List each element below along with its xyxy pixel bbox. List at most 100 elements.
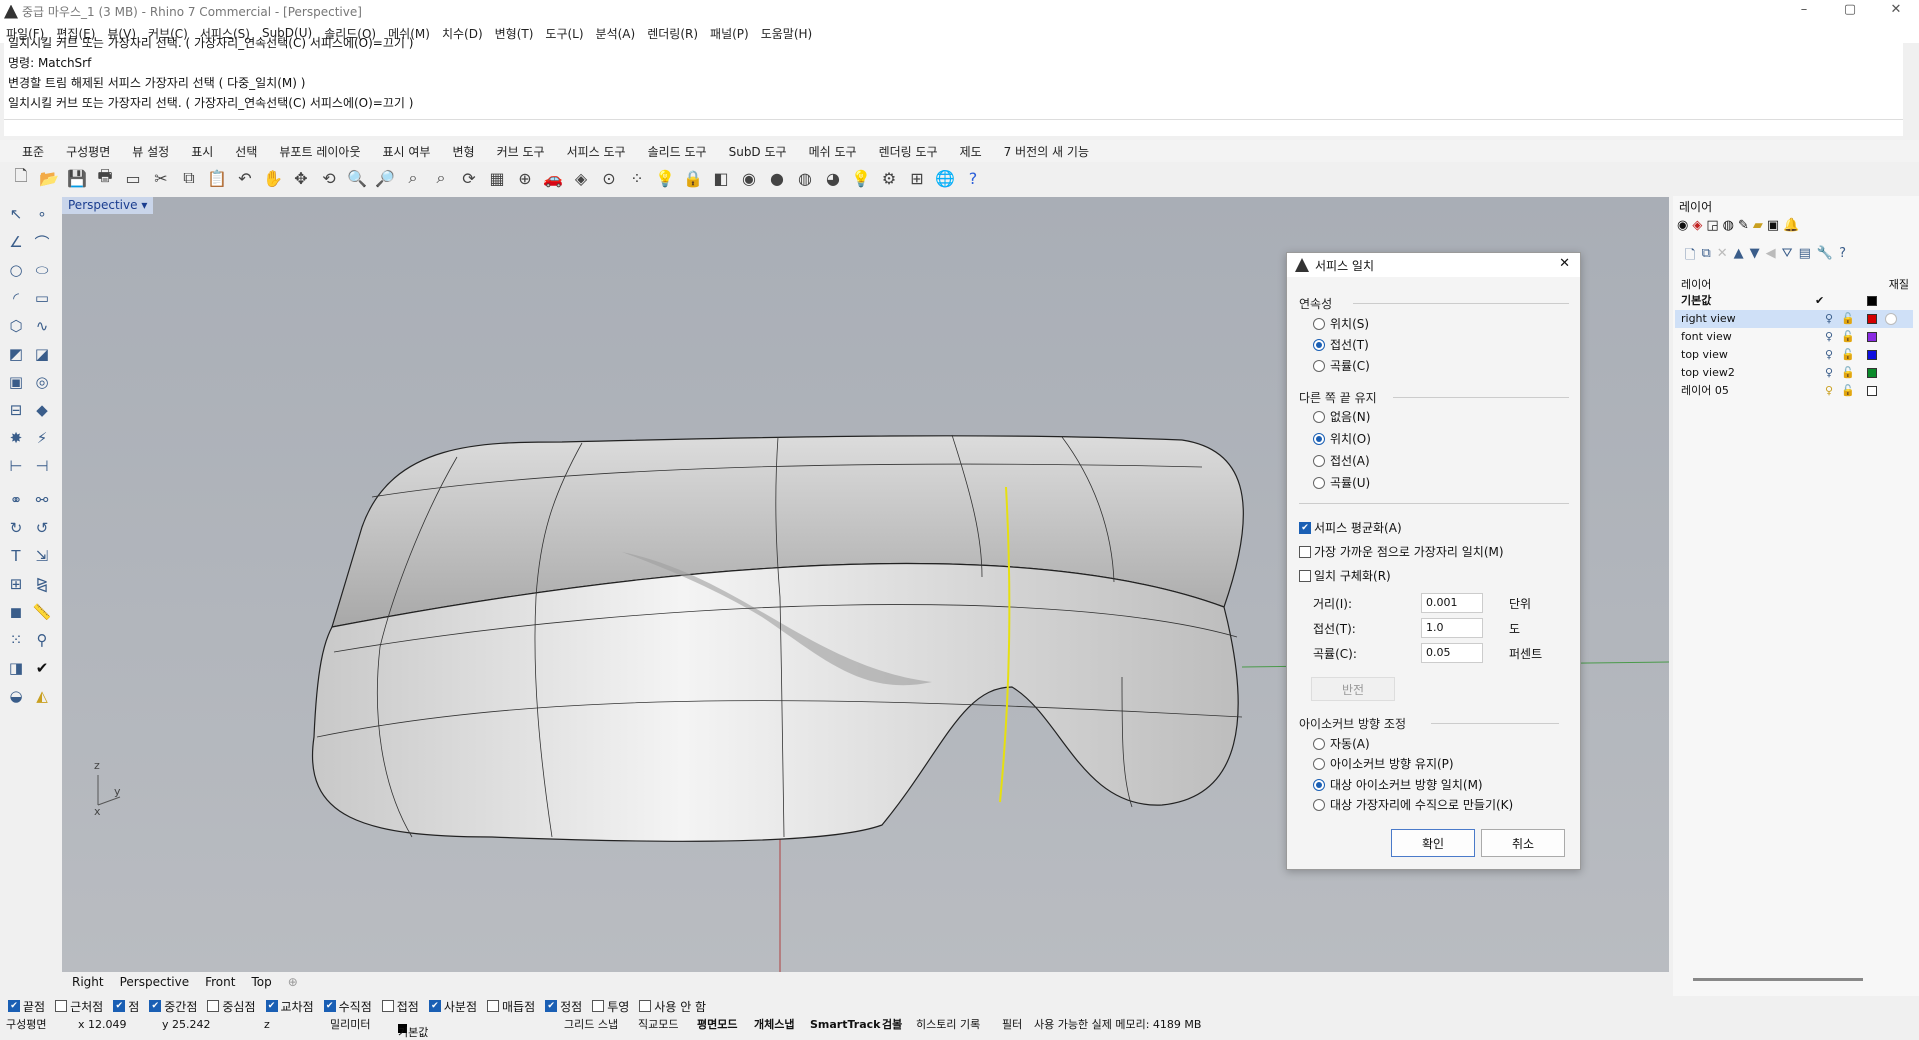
material-sphere-icon[interactable]: ● <box>764 165 790 191</box>
status-filter[interactable]: 필터 <box>1002 1016 1022 1032</box>
check-icon[interactable]: ✔ <box>30 656 54 680</box>
arc-icon[interactable]: ◜ <box>4 286 28 310</box>
boolean-icon[interactable]: ◎ <box>30 370 54 394</box>
copy-icon[interactable]: ⧉ <box>176 165 202 191</box>
select-points-icon[interactable]: ⁘ <box>624 165 650 191</box>
group-icon[interactable]: ⚭ <box>4 488 28 512</box>
paste-icon[interactable]: 📋 <box>204 165 230 191</box>
mesh-icon[interactable]: ◆ <box>30 398 54 422</box>
tab-render-tools[interactable]: 렌더링 도구 <box>879 143 938 160</box>
snap-end[interactable]: ✔ 끝점 <box>8 998 45 1015</box>
delete-layer-icon[interactable]: ✕ <box>1717 246 1728 268</box>
zoom-window-icon[interactable]: 🔎 <box>372 165 398 191</box>
tab-curve-tools[interactable]: 커브 도구 <box>497 143 545 160</box>
snap-vertex[interactable]: ✔ 정점 <box>545 998 582 1015</box>
status-osnap[interactable]: 개체스냅 <box>754 1016 794 1032</box>
render-icon[interactable]: ◍ <box>1723 218 1734 233</box>
status-grid-snap[interactable]: 그리드 스냅 <box>564 1016 618 1032</box>
tangency-input[interactable]: 1.0 <box>1421 618 1483 638</box>
zoom-selected-icon[interactable]: ⌕ <box>428 165 454 191</box>
dimension-tool-icon[interactable]: ⇲ <box>30 544 54 568</box>
zoom-extents-icon[interactable]: ⌕ <box>400 165 426 191</box>
move-parent-icon[interactable]: ◀ <box>1766 246 1776 268</box>
ortho-icon[interactable]: ⊕ <box>512 165 538 191</box>
open-folder-icon[interactable]: 📂 <box>36 165 62 191</box>
folder-icon[interactable]: ▰ <box>1753 218 1763 233</box>
rotate-icon[interactable]: ⟳ <box>456 165 482 191</box>
layer-row[interactable]: 기본값 ✔ <box>1675 292 1913 310</box>
radio-iso-preserve[interactable]: 아이소커브 방향 유지(P) <box>1313 755 1454 772</box>
tab-mesh-tools[interactable]: 메쉬 도구 <box>809 143 857 160</box>
tab-cplanes[interactable]: 구성평면 <box>66 143 110 160</box>
radio-iso-automatic[interactable]: 자동(A) <box>1313 735 1370 752</box>
ruler-icon[interactable]: 📏 <box>30 600 54 624</box>
checkbox-refine-match[interactable]: 일치 구체화(R) <box>1299 567 1391 584</box>
extrude-icon[interactable]: ✸ <box>4 426 28 450</box>
material-icon[interactable]: ◈ <box>1692 218 1702 233</box>
checkbox-average-surfaces[interactable]: ✔ 서피스 평균화(A) <box>1299 519 1402 536</box>
lock-icon[interactable]: 🔓 <box>1841 346 1855 364</box>
snap-center[interactable]: 중심점 <box>207 998 256 1015</box>
grid-layout-icon[interactable]: ▦ <box>484 165 510 191</box>
layer-row[interactable]: 레이어 05 ♀ 🔓 <box>1675 382 1913 400</box>
lock-icon[interactable]: 🔓 <box>1841 382 1855 400</box>
radio-preserve-position[interactable]: 위치(O) <box>1313 430 1371 447</box>
tab-transform[interactable]: 변형 <box>452 143 474 160</box>
status-ortho[interactable]: 직교모드 <box>638 1016 678 1032</box>
notification-icon[interactable]: 🔔 <box>1783 218 1799 233</box>
light-icon[interactable]: 💡 <box>848 165 874 191</box>
layer-color-swatch[interactable] <box>1867 332 1877 342</box>
snap-project[interactable]: 투영 <box>592 998 629 1015</box>
gumball-icon[interactable]: ⚲ <box>30 628 54 652</box>
new-layer-icon[interactable]: 🗋 <box>1685 246 1695 268</box>
layer-color-swatch[interactable] <box>1867 314 1877 324</box>
checkbox-match-closest[interactable]: 가장 가까운 점으로 가장자리 일치(M) <box>1299 543 1504 560</box>
light-bulb-icon[interactable]: ♀ <box>1825 328 1833 346</box>
point-icon[interactable]: ⊙ <box>596 165 622 191</box>
light-bulb-icon[interactable]: 💡 <box>652 165 678 191</box>
light-bulb-icon[interactable]: ♀ <box>1825 382 1833 400</box>
color-wheel-icon[interactable]: ◉ <box>736 165 762 191</box>
cancel-button[interactable]: 취소 <box>1481 829 1565 857</box>
render-tool-icon[interactable]: ◒ <box>4 684 28 708</box>
mirror-icon[interactable]: ⧎ <box>30 572 54 596</box>
minimize-button[interactable]: – <box>1781 0 1827 23</box>
freeform-icon[interactable]: ∿ <box>30 314 54 338</box>
layer-color-swatch[interactable] <box>1867 386 1877 396</box>
trim-icon[interactable]: ⊢ <box>4 454 28 478</box>
globe-icon[interactable]: 🌐 <box>932 165 958 191</box>
radio-position[interactable]: 위치(S) <box>1313 315 1369 332</box>
help-icon[interactable]: ? <box>960 165 986 191</box>
undo-icon[interactable]: ↶ <box>232 165 258 191</box>
rectangle-icon[interactable]: ▭ <box>30 286 54 310</box>
surface-edit-icon[interactable]: ◪ <box>30 342 54 366</box>
viewport-tab-right[interactable]: Right <box>72 975 104 989</box>
light-bulb-icon[interactable]: ♀ <box>1825 346 1833 364</box>
distance-input[interactable]: 0.001 <box>1421 593 1483 613</box>
page-icon[interactable]: ▭ <box>120 165 146 191</box>
tab-display[interactable]: 표시 <box>191 143 213 160</box>
viewport-tab-perspective[interactable]: Perspective <box>120 975 190 989</box>
status-history[interactable]: 히스토리 기록 <box>916 1016 980 1032</box>
tab-set-view[interactable]: 뷰 설정 <box>132 143 169 160</box>
select-arrow-icon[interactable]: ↖ <box>4 202 28 226</box>
cut-icon[interactable]: ✂ <box>148 165 174 191</box>
new-sublayer-icon[interactable]: ⧉ <box>1701 246 1710 268</box>
maximize-button[interactable]: ▢ <box>1827 0 1873 23</box>
layer-tools-icon[interactable]: ▤ <box>1799 246 1811 268</box>
curve-icon[interactable]: ⌒ <box>30 230 54 254</box>
close-icon[interactable]: ✕ <box>1559 256 1570 271</box>
lock-icon[interactable]: 🔓 <box>1841 328 1855 346</box>
move-icon[interactable]: ✥ <box>288 165 314 191</box>
transform-icon[interactable]: ⊞ <box>4 572 28 596</box>
panel-scrollbar[interactable] <box>1693 978 1863 981</box>
box-icon[interactable]: ▣ <box>4 370 28 394</box>
save-icon[interactable]: 💾 <box>64 165 90 191</box>
fillet-icon[interactable]: ⚡ <box>30 426 54 450</box>
snap-disable[interactable]: 사용 안 함 <box>639 998 706 1015</box>
polygon-icon[interactable]: ⬡ <box>4 314 28 338</box>
layer-row[interactable]: right view ♀ 🔓 <box>1675 310 1913 328</box>
move-down-icon[interactable]: ▼ <box>1750 246 1760 268</box>
car-icon[interactable]: 🚗 <box>540 165 566 191</box>
viewport-tab-front[interactable]: Front <box>205 975 235 989</box>
